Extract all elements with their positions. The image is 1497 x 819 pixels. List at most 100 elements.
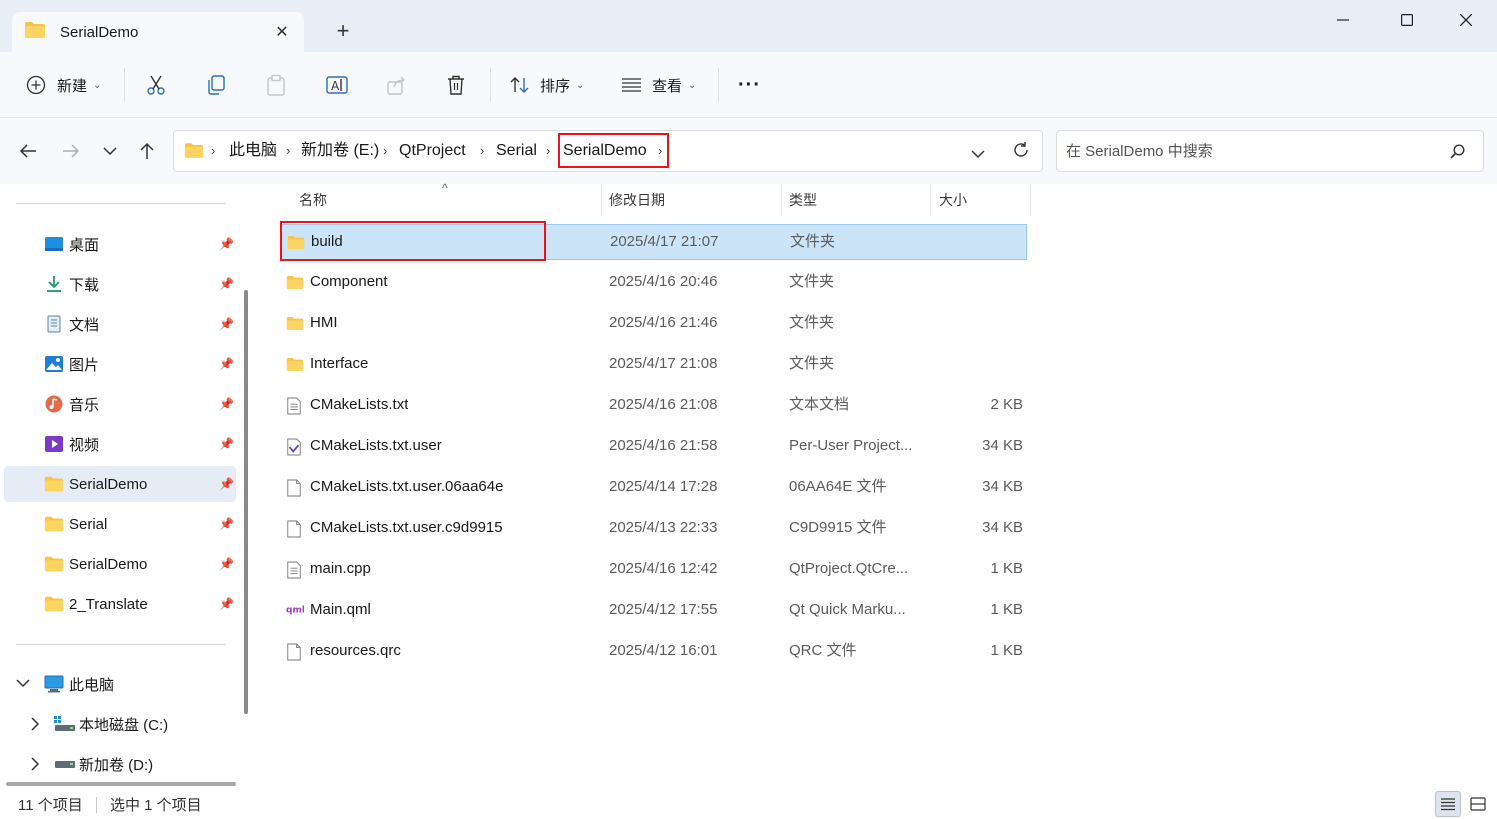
sidebar-item-serial[interactable]: Serial 📌 (4, 506, 236, 542)
details-view-button[interactable] (1435, 791, 1461, 817)
forward-button[interactable] (58, 138, 84, 164)
file-name: Component (310, 273, 388, 290)
pin-icon[interactable]: 📌 (219, 357, 234, 371)
close-tab-icon[interactable]: ✕ (272, 22, 292, 42)
more-options-button[interactable]: ··· (738, 70, 761, 100)
pin-icon[interactable]: 📌 (219, 517, 234, 531)
file-row[interactable]: main.cpp 2025/4/16 12:42 QtProject.QtCre..… (280, 552, 1027, 588)
sidebar-item-drive-c[interactable]: 本地磁盘 (C:) (4, 706, 236, 742)
address-dropdown-icon[interactable] (971, 146, 985, 163)
sort-button[interactable]: 排序 ⌄ (509, 70, 584, 100)
minimize-button[interactable] (1320, 6, 1366, 34)
sidebar-item-serialdemo-2[interactable]: SerialDemo 📌 (4, 546, 236, 582)
refresh-icon[interactable] (1012, 141, 1030, 163)
file-row[interactable]: CMakeLists.txt.user.06aa64e 2025/4/14 17:… (280, 470, 1027, 506)
blank-file-icon (286, 643, 304, 661)
pin-icon[interactable]: 📌 (219, 557, 234, 571)
command-bar: 新建 ⌄ A 排序 ⌄ 查看 ⌄ ··· (0, 52, 1497, 118)
file-row[interactable]: CMakeLists.txt 2025/4/16 21:08 文本文档 2 KB (280, 388, 1027, 424)
column-header-size[interactable]: 大小 (939, 184, 967, 216)
pin-icon[interactable]: 📌 (219, 597, 234, 611)
sidebar-item-serialdemo[interactable]: SerialDemo 📌 (4, 466, 236, 502)
pin-icon[interactable]: 📌 (219, 237, 234, 251)
paste-button[interactable] (266, 70, 286, 100)
sidebar-item-label: 2_Translate (69, 595, 148, 613)
address-bar[interactable]: › 此电脑 › 新加卷 (E:) › QtProject › Serial › … (173, 130, 1043, 172)
file-date: 2025/4/12 16:01 (609, 642, 718, 659)
sidebar-item-2-translate[interactable]: 2_Translate 📌 (4, 586, 236, 622)
folder-icon (24, 21, 46, 43)
new-button[interactable]: 新建 ⌄ (26, 70, 101, 100)
pin-icon[interactable]: 📌 (219, 277, 234, 291)
sidebar-item-videos[interactable]: 视频 📌 (4, 426, 236, 462)
share-button[interactable] (386, 70, 408, 100)
sidebar-item-label: 桌面 (69, 236, 100, 254)
file-name: CMakeLists.txt.user.06aa64e (310, 478, 504, 495)
sidebar-item-this-pc[interactable]: 此电脑 (4, 666, 236, 702)
column-divider[interactable] (781, 184, 782, 216)
computer-icon (44, 675, 64, 693)
sidebar-item-desktop[interactable]: 桌面 📌 (4, 226, 236, 262)
sidebar-item-drive-d[interactable]: 新加卷 (D:) (4, 746, 236, 782)
file-date: 2025/4/16 21:08 (609, 396, 718, 413)
maximize-button[interactable] (1384, 6, 1430, 34)
search-box[interactable] (1056, 130, 1484, 172)
column-divider[interactable] (930, 184, 931, 216)
pin-icon[interactable]: 📌 (219, 397, 234, 411)
pin-icon[interactable]: 📌 (219, 317, 234, 331)
search-icon[interactable] (1450, 144, 1465, 163)
desktop-icon (45, 237, 63, 251)
folder-icon (286, 356, 304, 373)
file-date: 2025/4/12 17:55 (609, 601, 718, 618)
delete-button[interactable] (446, 70, 466, 100)
sidebar-horizontal-scrollbar[interactable] (6, 782, 236, 786)
file-row[interactable]: qml Main.qml 2025/4/12 17:55 Qt Quick Marku… (280, 593, 1027, 629)
column-divider[interactable] (601, 184, 602, 216)
file-row[interactable]: Interface 2025/4/17 21:08 文件夹 (280, 347, 1027, 383)
sidebar-item-label: Serial (69, 515, 108, 533)
file-type: Qt Quick Marku... (789, 601, 906, 618)
close-window-button[interactable] (1443, 6, 1489, 34)
copy-button[interactable] (206, 70, 226, 100)
file-row[interactable]: CMakeLists.txt.user 2025/4/16 21:58 Per-Us… (280, 429, 1027, 465)
search-input[interactable] (1066, 141, 1436, 161)
sidebar-item-pictures[interactable]: 图片 📌 (4, 346, 236, 382)
view-button[interactable]: 查看 ⌄ (621, 70, 696, 100)
cut-button[interactable] (146, 70, 166, 100)
up-button[interactable] (134, 138, 160, 164)
tiles-view-button[interactable] (1465, 791, 1491, 817)
rename-button[interactable]: A (326, 70, 348, 100)
breadcrumb-this-pc[interactable]: 此电脑 (229, 131, 277, 171)
file-row[interactable]: HMI 2025/4/16 21:46 文件夹 (280, 306, 1027, 342)
pin-icon[interactable]: 📌 (219, 477, 234, 491)
sidebar-item-documents[interactable]: 文档 📌 (4, 306, 236, 342)
chevron-right-icon[interactable] (30, 757, 40, 771)
blank-file-icon (286, 520, 304, 538)
file-row[interactable]: Component 2025/4/16 20:46 文件夹 (280, 265, 1027, 301)
sidebar-scrollbar[interactable] (244, 290, 248, 714)
sidebar-item-downloads[interactable]: 下载 📌 (4, 266, 236, 302)
breadcrumb-qtproject[interactable]: QtProject (399, 131, 466, 171)
chevron-down-icon[interactable] (16, 678, 30, 688)
arrow-up-icon (140, 142, 154, 159)
tab-serialdemo[interactable]: SerialDemo ✕ (12, 12, 304, 52)
column-header-date[interactable]: 修改日期 (609, 184, 665, 216)
new-tab-button[interactable]: + (330, 18, 356, 44)
file-row[interactable]: resources.qrc 2025/4/12 16:01 QRC 文件 1 KB (280, 634, 1027, 670)
column-header-name[interactable]: 名称 (299, 184, 327, 216)
sidebar-divider (16, 203, 226, 204)
sidebar-item-music[interactable]: 音乐 📌 (4, 386, 236, 422)
pin-icon[interactable]: 📌 (219, 437, 234, 451)
scissors-icon (147, 75, 165, 95)
column-header-type[interactable]: 类型 (789, 184, 817, 216)
recent-locations-button[interactable] (97, 138, 123, 164)
back-button[interactable] (15, 138, 41, 164)
file-name: main.cpp (310, 560, 371, 577)
breadcrumb-serial[interactable]: Serial (496, 131, 537, 171)
status-divider (96, 797, 97, 813)
breadcrumb-drive-e[interactable]: 新加卷 (E:) (301, 131, 379, 171)
file-date: 2025/4/16 21:46 (609, 314, 718, 331)
column-divider[interactable] (1030, 184, 1031, 216)
chevron-right-icon[interactable] (30, 717, 40, 731)
file-row[interactable]: CMakeLists.txt.user.c9d9915 2025/4/13 22:… (280, 511, 1027, 547)
